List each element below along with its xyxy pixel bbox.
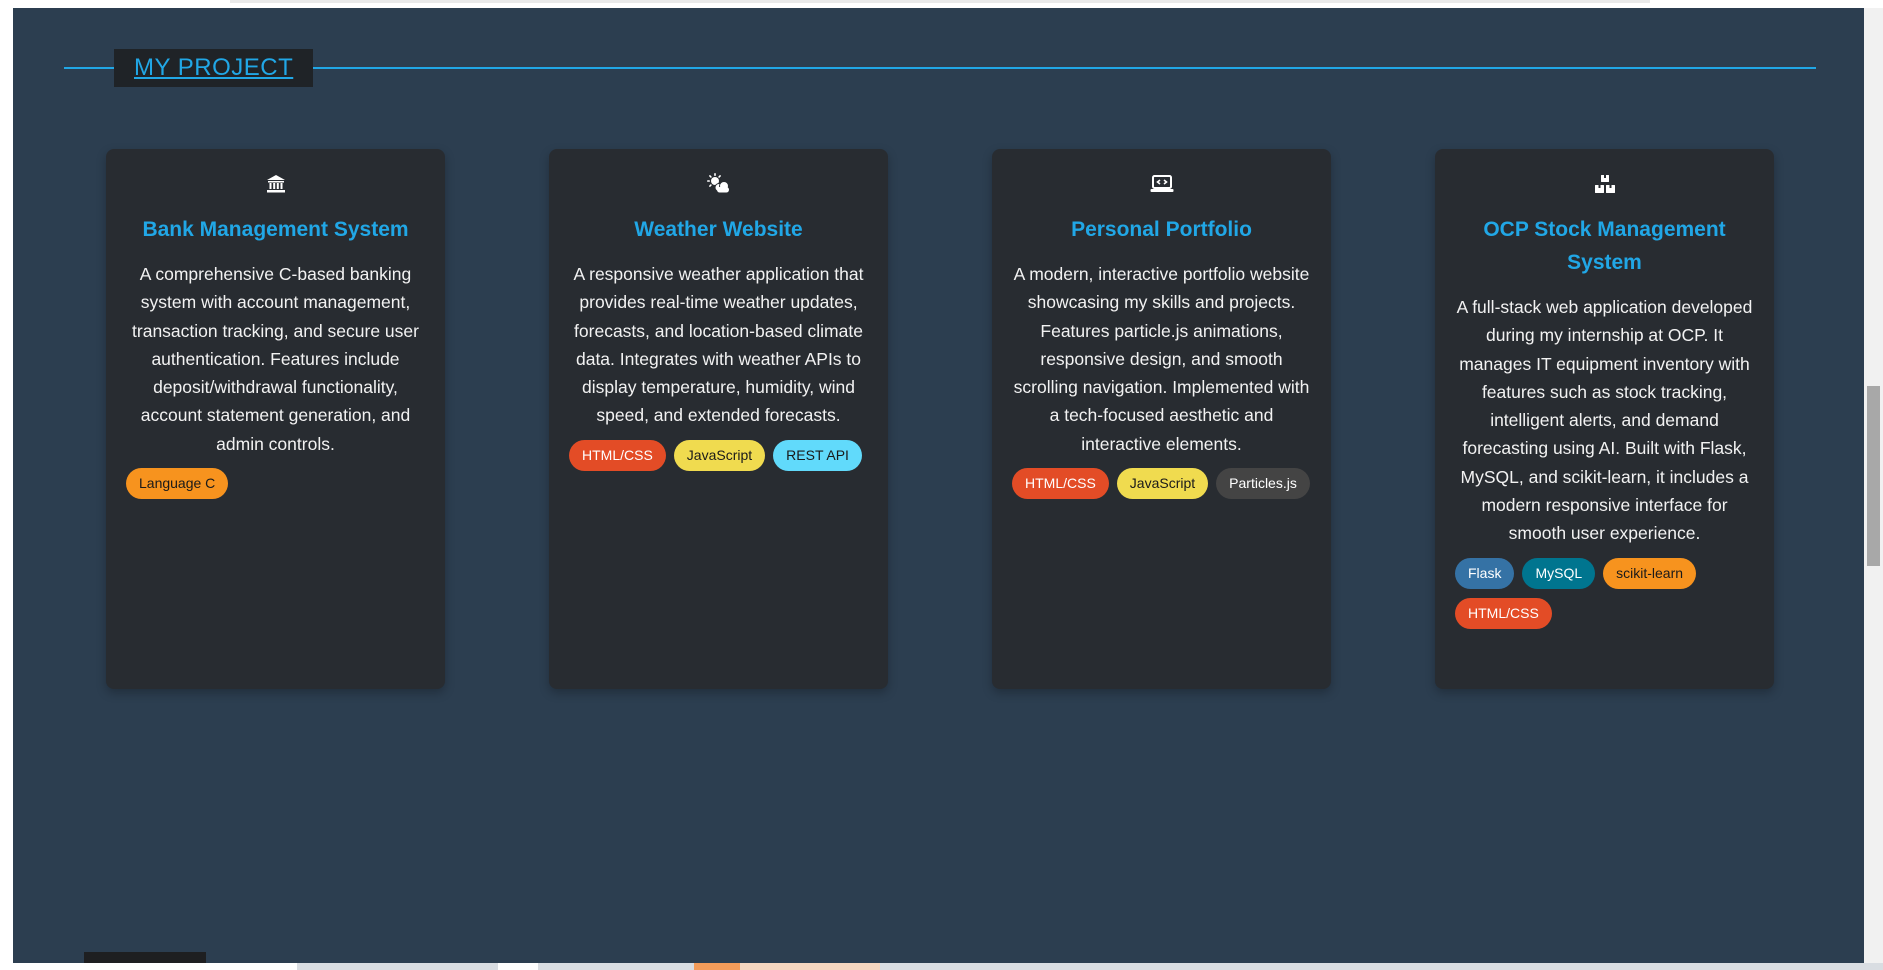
project-tags: HTML/CSS JavaScript REST API (569, 439, 862, 471)
cloud-sun-icon (706, 171, 732, 197)
tag-html-css: HTML/CSS (1455, 597, 1552, 629)
project-title: OCP Stock Management System (1483, 218, 1726, 274)
project-title: Personal Portfolio (1071, 218, 1252, 241)
projects-section-header: MY PROJECT (64, 49, 1816, 87)
browser-tab-strip (230, 0, 1650, 3)
section-title-box: MY PROJECT (114, 49, 314, 87)
section-divider-line (64, 67, 1816, 69)
tag-javascript: JavaScript (1116, 468, 1209, 500)
taskbar-segment (740, 963, 880, 970)
project-description: A responsive weather application that pr… (573, 264, 864, 426)
tag-particles-js: Particles.js (1216, 468, 1310, 500)
project-title: Weather Website (634, 218, 803, 241)
project-card[interactable]: Personal Portfolio A modern, interactive… (992, 149, 1331, 689)
laptop-code-icon (1149, 171, 1175, 197)
tag-javascript: JavaScript (673, 439, 766, 471)
scrollbar-thumb[interactable] (1867, 386, 1880, 566)
tag-html-css: HTML/CSS (569, 439, 666, 471)
project-description: A modern, interactive portfolio website … (1013, 264, 1310, 454)
section-title-link[interactable]: MY PROJECT (134, 54, 293, 82)
taskbar-segment (498, 963, 538, 970)
tag-rest-api: REST API (773, 439, 862, 471)
project-title: Bank Management System (142, 218, 409, 241)
page-viewport: MY PROJECT Bank Management System A comp… (0, 0, 1883, 970)
project-card[interactable]: OCP Stock Management System A full-stack… (1435, 149, 1774, 689)
project-tags: HTML/CSS JavaScript Particles.js (1012, 468, 1310, 500)
project-card[interactable]: Weather Website A responsive weather app… (549, 149, 888, 689)
tag-mysql: MySQL (1522, 557, 1596, 589)
taskbar-segment (0, 963, 297, 970)
project-card[interactable]: Bank Management System A comprehensive C… (106, 149, 445, 689)
project-tags: Flask MySQL scikit-learn HTML/CSS (1455, 557, 1754, 629)
browser-left-edge (0, 0, 13, 970)
tag-flask: Flask (1455, 557, 1515, 589)
boxes-icon (1592, 171, 1618, 197)
taskbar-segment (694, 963, 740, 970)
tag-html-css: HTML/CSS (1012, 468, 1109, 500)
tag-language-c: Language C (126, 468, 229, 500)
taskbar-edge (0, 963, 1883, 970)
tag-scikit-learn: scikit-learn (1603, 557, 1697, 589)
bank-icon (263, 171, 289, 197)
vertical-scrollbar[interactable] (1864, 8, 1883, 963)
project-description: A comprehensive C-based banking system w… (132, 264, 419, 454)
project-description: A full-stack web application developed d… (1456, 297, 1753, 544)
browser-top-edge (0, 0, 1883, 8)
project-tags: Language C (126, 468, 229, 500)
project-cards: Bank Management System A comprehensive C… (106, 149, 1774, 689)
